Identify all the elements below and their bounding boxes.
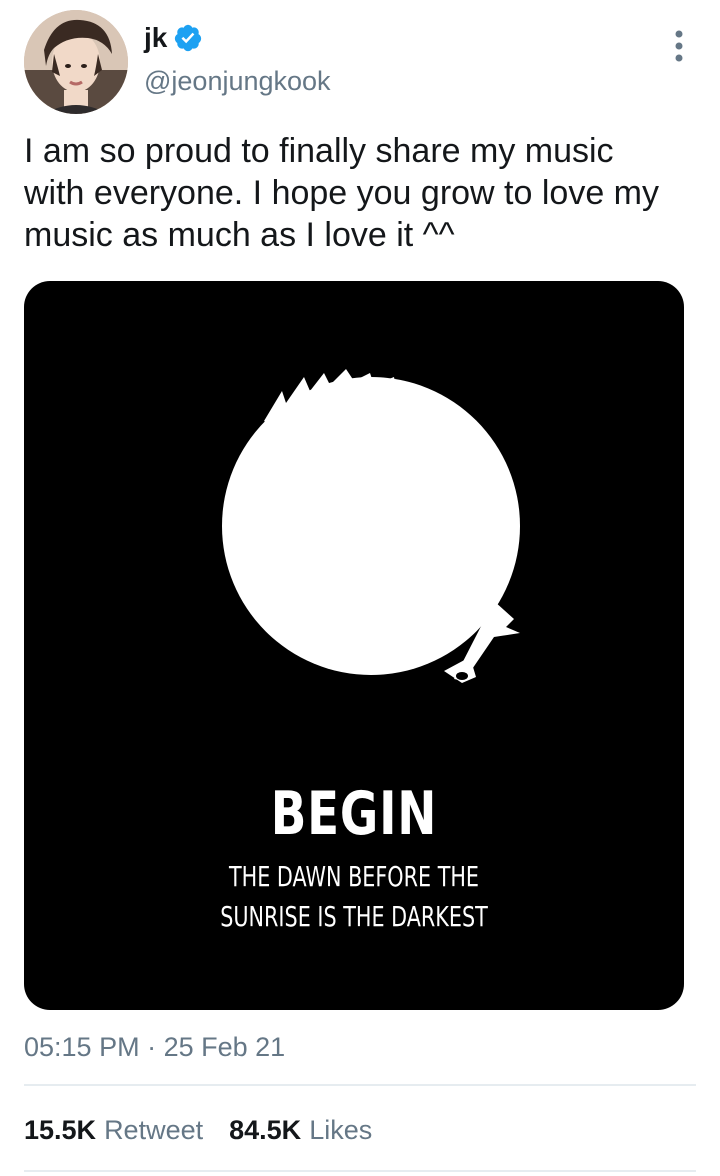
tweet-date: 25 Feb 21	[163, 1032, 286, 1062]
media-subtitle-line-2: SUNRISE IS THE DARKEST	[220, 900, 488, 933]
retweets-stat[interactable]: 15.5K Retweet	[24, 1112, 203, 1148]
retweets-label: Retweet	[104, 1115, 204, 1145]
divider	[24, 1170, 696, 1172]
tweet-media-image[interactable]: BEGIN THE DAWN BEFORE THE SUNRISE IS THE…	[24, 281, 684, 1010]
timestamp-separator: ·	[147, 1032, 157, 1062]
likes-label: Likes	[309, 1115, 373, 1145]
tweet-stats: 15.5K Retweet 84.5K Likes	[24, 1112, 372, 1148]
avatar[interactable]	[24, 10, 128, 114]
retweets-count: 15.5K	[24, 1115, 97, 1145]
likes-count: 84.5K	[229, 1115, 302, 1145]
verified-badge-icon	[173, 23, 203, 53]
tweet-timestamp[interactable]: 05:15 PM · 25 Feb 21	[24, 1030, 285, 1064]
divider	[24, 1084, 696, 1086]
display-name[interactable]: jk	[144, 22, 203, 54]
more-vertical-icon	[675, 30, 683, 62]
likes-stat[interactable]: 84.5K Likes	[229, 1112, 372, 1148]
tweet-text: I am so proud to finally share my music …	[24, 132, 659, 254]
user-handle[interactable]: @jeonjungkook	[144, 64, 331, 98]
more-options-button[interactable]	[664, 26, 694, 66]
display-name-text[interactable]: jk	[144, 22, 167, 54]
avatar-image	[24, 10, 128, 114]
media-title: BEGIN	[270, 779, 438, 849]
tweet-time: 05:15 PM	[24, 1032, 140, 1062]
media-subtitle-line-1: THE DAWN BEFORE THE	[228, 860, 480, 893]
